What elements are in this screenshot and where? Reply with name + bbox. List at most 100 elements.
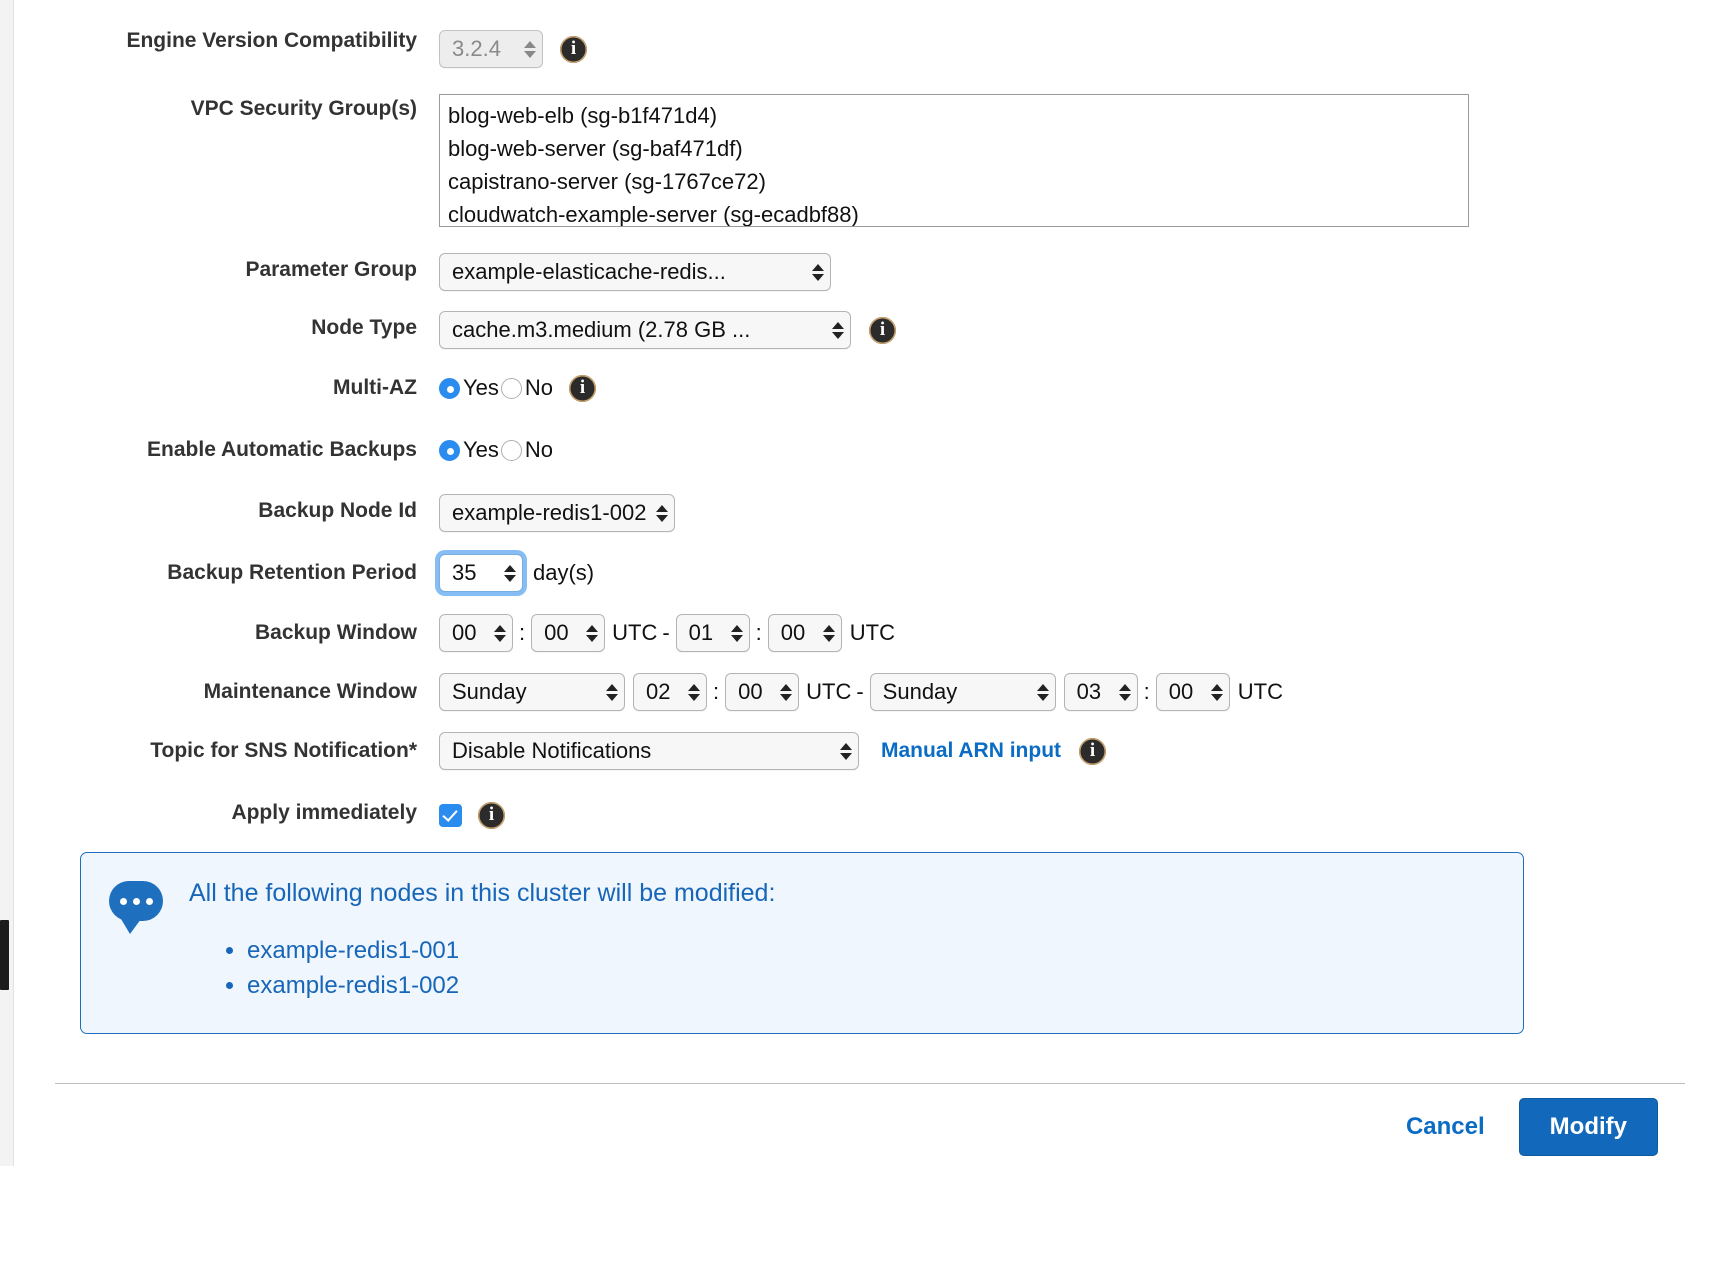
backup-window-start-hour-value: 00	[452, 620, 477, 645]
backup-node-id-label: Backup Node Id	[258, 499, 417, 522]
chevron-updown-icon	[524, 40, 536, 58]
maintenance-window-start-hour-value: 02	[646, 679, 671, 704]
list-item[interactable]: blog-web-elb (sg-b1f471d4)	[448, 99, 1460, 132]
info-icon[interactable]: i	[569, 374, 597, 402]
backup-retention-stepper[interactable]: 35	[439, 554, 523, 592]
maintenance-window-end-minute[interactable]: 00	[1155, 673, 1230, 711]
apply-immediately-checkbox[interactable]	[439, 803, 462, 827]
row-multi-az: Multi-AZ Yes No i	[14, 373, 1688, 403]
sns-topic-value: Disable Notifications	[452, 738, 652, 763]
backup-window-end-hour[interactable]: 01	[675, 614, 750, 652]
automatic-backups-no-label: No	[524, 437, 554, 462]
backup-retention-value: 35	[452, 560, 477, 585]
row-backup-node-id: Backup Node Id example-redis1-002	[14, 494, 1688, 532]
backup-node-id-value: example-redis1-002	[452, 500, 647, 525]
backup-window-start-hour[interactable]: 00	[439, 614, 513, 652]
multi-az-no-label: No	[524, 375, 554, 400]
maintenance-window-end-minute-value: 00	[1168, 679, 1194, 704]
modify-button[interactable]: Modify	[1518, 1098, 1658, 1156]
footer-divider	[55, 1083, 1685, 1084]
sns-topic-label: Topic for SNS Notification*	[150, 739, 417, 762]
engine-version-select[interactable]: 3.2.4	[439, 30, 543, 68]
info-icon[interactable]: i	[1079, 737, 1107, 765]
backup-window-end-minute-value: 00	[780, 620, 806, 645]
maintenance-window-start-day[interactable]: Sunday	[439, 673, 625, 711]
info-icon[interactable]: i	[560, 35, 587, 63]
node-type-select[interactable]: cache.m3.medium (2.78 GB ...	[439, 311, 851, 349]
automatic-backups-yes-option[interactable]: Yes	[439, 437, 501, 463]
list-item[interactable]: example-redis1-001	[247, 934, 775, 969]
list-item[interactable]: example-redis1-002	[247, 969, 775, 1004]
chevron-updown-icon	[1118, 683, 1131, 701]
maintenance-window-start-minute-value: 00	[738, 679, 763, 704]
row-apply-immediately: Apply immediately i	[14, 800, 1688, 830]
cancel-button[interactable]: Cancel	[1400, 1112, 1491, 1142]
automatic-backups-yes-label: Yes	[463, 437, 499, 462]
speech-bubble-icon	[109, 881, 167, 934]
maintenance-window-start-tz: UTC	[806, 679, 852, 704]
callout-node-list: example-redis1-001 example-redis1-002	[189, 934, 775, 1004]
chevron-updown-icon	[606, 683, 618, 701]
backup-retention-unit: day(s)	[533, 560, 595, 585]
chevron-updown-icon	[840, 742, 852, 760]
window-left-chrome-bottom	[0, 1166, 14, 1276]
radio-selected-icon[interactable]	[439, 377, 460, 399]
row-vpc-security-groups: VPC Security Group(s) blog-web-elb (sg-b…	[14, 94, 1688, 227]
row-backup-window: Backup Window 00 : 00 UTC - 01 : 00 UTC	[14, 614, 1688, 652]
engine-version-value: 3.2.4	[452, 36, 501, 61]
info-icon[interactable]: i	[478, 801, 505, 829]
radio-unselected-icon[interactable]	[500, 377, 522, 399]
sns-topic-select[interactable]: Disable Notifications	[439, 732, 859, 770]
maintenance-window-end-day[interactable]: Sunday	[869, 673, 1056, 711]
parameter-group-label: Parameter Group	[245, 258, 417, 281]
multi-az-label: Multi-AZ	[333, 376, 417, 399]
parameter-group-value: example-elasticache-redis...	[452, 259, 726, 284]
backup-window-end-hour-value: 01	[688, 620, 714, 645]
automatic-backups-label: Enable Automatic Backups	[147, 438, 417, 461]
node-name: example-redis1-001	[247, 936, 460, 964]
window-left-chrome	[0, 0, 14, 1276]
scrollbar-thumb[interactable]	[0, 920, 9, 990]
list-item[interactable]: capistrano-server (sg-1767ce72)	[448, 165, 1460, 198]
multi-az-radio-group: Yes No	[439, 375, 555, 401]
backup-node-id-select[interactable]: example-redis1-002	[439, 494, 676, 532]
chevron-updown-icon	[504, 564, 516, 582]
multi-az-no-option[interactable]: No	[500, 375, 555, 401]
list-item[interactable]: cloudwatch-example-server (sg-ecadbf88)	[448, 198, 1460, 226]
chevron-updown-icon	[832, 321, 844, 339]
radio-unselected-icon[interactable]	[500, 439, 522, 461]
maintenance-window-end-hour[interactable]: 03	[1063, 673, 1138, 711]
vpc-security-groups-listbox[interactable]: blog-web-elb (sg-b1f471d4) blog-web-serv…	[439, 94, 1469, 227]
radio-selected-icon[interactable]	[439, 439, 460, 461]
parameter-group-select[interactable]: example-elasticache-redis...	[439, 253, 831, 291]
row-node-type: Node Type cache.m3.medium (2.78 GB ... i	[14, 311, 1688, 349]
chevron-updown-icon	[656, 504, 669, 522]
maintenance-window-start-hour[interactable]: 02	[633, 673, 707, 711]
automatic-backups-no-option[interactable]: No	[500, 437, 555, 463]
row-parameter-group: Parameter Group example-elasticache-redi…	[14, 253, 1688, 291]
vpc-security-groups-label: VPC Security Group(s)	[190, 97, 417, 120]
list-item[interactable]: blog-web-server (sg-baf471df)	[448, 132, 1460, 165]
manual-arn-input-link[interactable]: Manual ARN input	[881, 739, 1061, 763]
row-automatic-backups: Enable Automatic Backups Yes No	[14, 435, 1688, 465]
node-type-label: Node Type	[311, 316, 417, 339]
maintenance-window-end-tz: UTC	[1237, 679, 1284, 704]
multi-az-yes-option[interactable]: Yes	[439, 375, 501, 401]
callout-title: All the following nodes in this cluster …	[189, 879, 776, 907]
chevron-updown-icon	[780, 683, 793, 701]
backup-window-label: Backup Window	[255, 621, 417, 644]
info-icon[interactable]: i	[869, 316, 896, 344]
time-colon: :	[519, 620, 526, 645]
chevron-updown-icon	[586, 624, 599, 642]
backup-window-dash: -	[662, 620, 670, 645]
time-colon: :	[713, 679, 720, 704]
backup-window-end-minute[interactable]: 00	[767, 614, 842, 652]
time-colon: :	[755, 620, 762, 645]
chevron-updown-icon	[730, 624, 743, 642]
maintenance-window-dash: -	[856, 679, 864, 704]
backup-retention-label: Backup Retention Period	[167, 561, 417, 584]
backup-window-start-minute[interactable]: 00	[531, 614, 606, 652]
maintenance-window-start-minute[interactable]: 00	[725, 673, 800, 711]
maintenance-window-end-hour-value: 03	[1076, 679, 1102, 704]
automatic-backups-radio-group: Yes No	[439, 437, 555, 463]
